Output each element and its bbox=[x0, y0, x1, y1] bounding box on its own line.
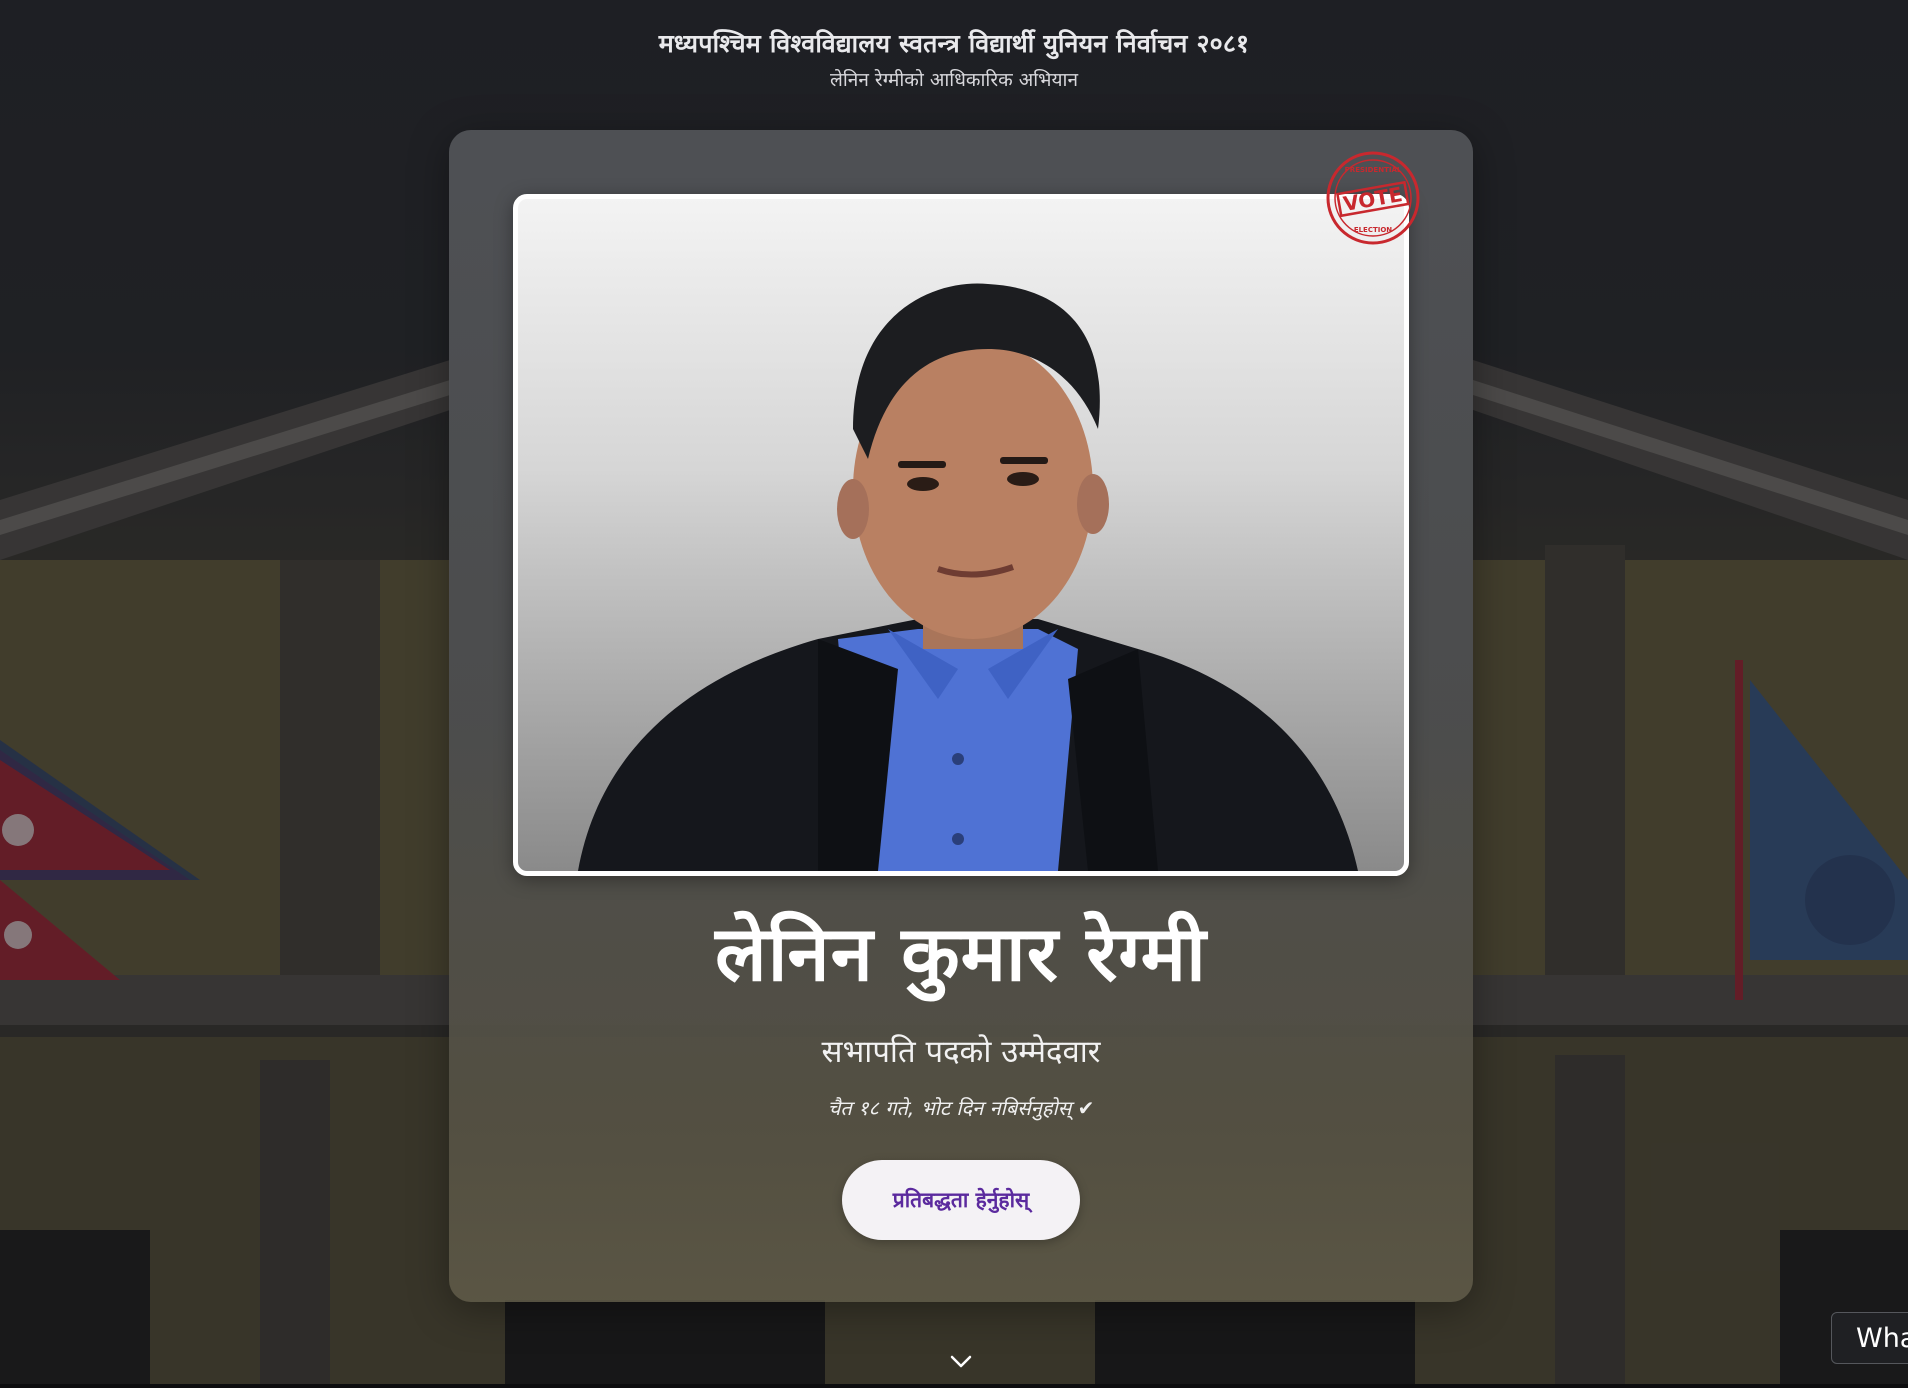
candidate-role: सभापति पदको उम्मेदवार bbox=[821, 1034, 1101, 1070]
candidate-card: PRESIDENTIAL VOTE ELECTION लेनिन कुमार र… bbox=[449, 130, 1473, 1302]
campaign-page: मध्यपश्चिम विश्वविद्यालय स्वतन्त्र विद्य… bbox=[0, 0, 1908, 1388]
svg-text:ELECTION: ELECTION bbox=[1354, 226, 1392, 234]
svg-text:PRESIDENTIAL: PRESIDENTIAL bbox=[1345, 166, 1402, 174]
view-commitments-button[interactable]: प्रतिबद्धता हेर्नुहोस् bbox=[842, 1160, 1080, 1240]
whatsapp-label: Wha bbox=[1856, 1323, 1908, 1354]
whatsapp-button[interactable]: Wha bbox=[1831, 1312, 1908, 1364]
candidate-photo bbox=[513, 194, 1409, 876]
chevron-down-icon[interactable] bbox=[949, 1352, 973, 1370]
vote-reminder-tagline: चैत १८ गते, भोट दिन नबिर्सनुहोस् ✔ bbox=[827, 1096, 1095, 1120]
page-header: मध्यपश्चिम विश्वविद्यालय स्वतन्त्र विद्य… bbox=[0, 26, 1908, 92]
election-title: मध्यपश्चिम विश्वविद्यालय स्वतन्त्र विद्य… bbox=[658, 29, 1250, 58]
campaign-subtitle: लेनिन रेग्मीको आधिकारिक अभियान bbox=[829, 69, 1079, 91]
svg-text:VOTE: VOTE bbox=[1341, 182, 1404, 216]
candidate-name: लेनिन कुमार रेग्मी bbox=[715, 909, 1207, 998]
bottom-divider bbox=[0, 1384, 1908, 1388]
vote-stamp-logo: PRESIDENTIAL VOTE ELECTION bbox=[1326, 151, 1420, 245]
